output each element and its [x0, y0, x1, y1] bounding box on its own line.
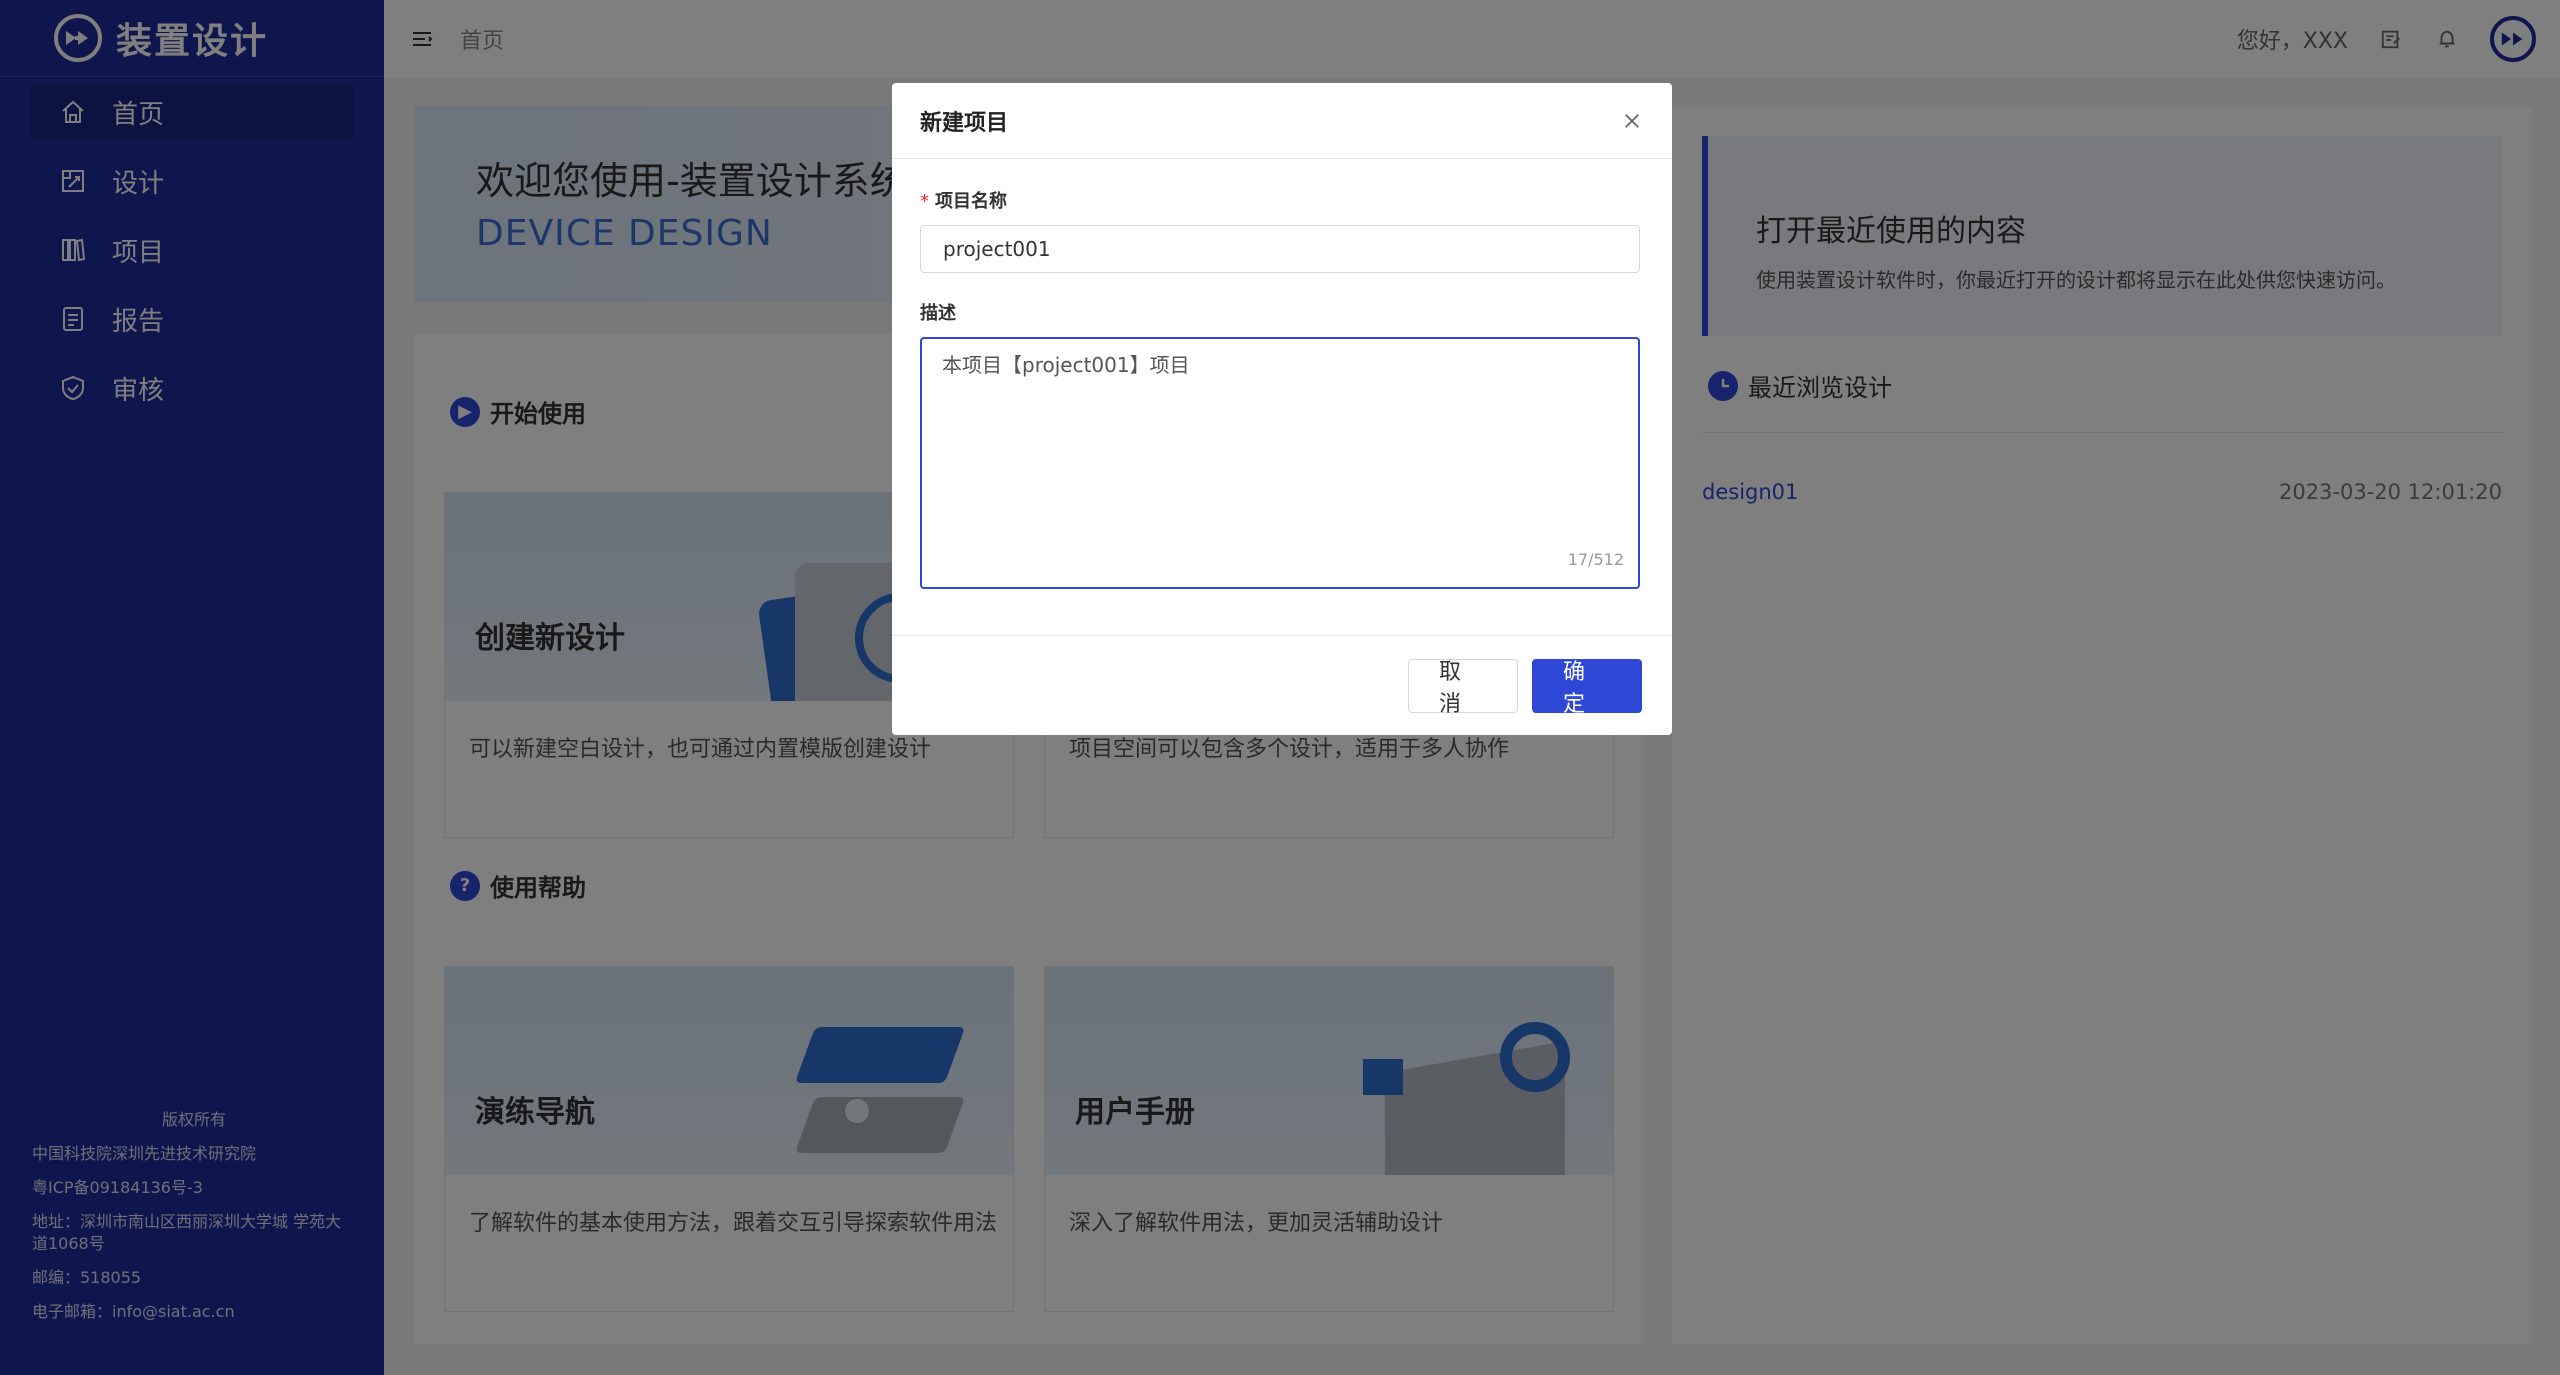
- project-name-label-text: 项目名称: [935, 191, 1007, 212]
- close-icon[interactable]: [1620, 109, 1644, 133]
- description-text: 本项目【project001】项目: [942, 353, 1190, 377]
- required-mark: *: [920, 191, 929, 212]
- project-name-label: * 项目名称: [920, 187, 1644, 213]
- project-name-input[interactable]: project001: [920, 225, 1640, 273]
- new-project-dialog: 新建项目 * 项目名称 project001 描述 本项目【project001】…: [892, 83, 1672, 735]
- dialog-header: 新建项目: [892, 83, 1672, 159]
- confirm-button[interactable]: 确 定: [1532, 658, 1642, 717]
- cancel-button[interactable]: 取 消: [1408, 658, 1518, 717]
- dialog-footer: 取 消 确 定: [892, 635, 1672, 735]
- description-label: 描述: [920, 303, 956, 324]
- description-textarea[interactable]: 本项目【project001】项目 17/512: [920, 337, 1640, 589]
- dialog-body: * 项目名称 project001 描述 本项目【project001】项目 17…: [892, 159, 1672, 589]
- dialog-title: 新建项目: [920, 110, 1009, 136]
- char-count: 17/512: [1567, 550, 1624, 569]
